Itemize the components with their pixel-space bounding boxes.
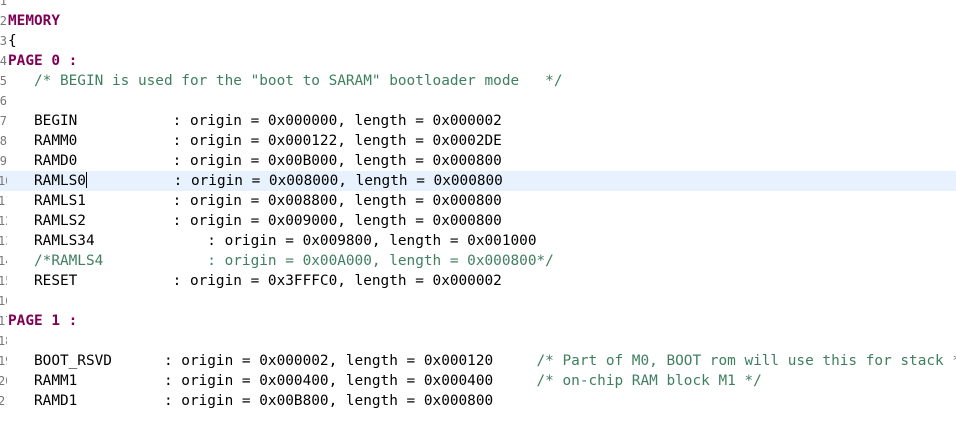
line-number: 16	[0, 294, 7, 308]
line-number: 14	[0, 254, 7, 268]
line-number: 21	[0, 394, 7, 408]
code-text: RAMLS34 : origin = 0x009800, length = 0x…	[8, 233, 537, 249]
code-comment: /* on-chip RAM block M1 */	[493, 373, 762, 389]
code-text: RESET : origin = 0x3FFFC0, length = 0x00…	[8, 273, 502, 289]
code-text: RAMM1 : origin = 0x000400, length = 0x00…	[8, 371, 762, 391]
code-text: BOOT_RSVD : origin = 0x000002, length = …	[8, 351, 956, 371]
code-text: RAMD0 : origin = 0x00B000, length = 0x00…	[8, 153, 502, 169]
code-line[interactable]: 18	[0, 331, 956, 351]
current-code-line[interactable]: 10 RAMLS0 : origin = 0x008000, length = …	[0, 171, 956, 191]
line-number: 7	[0, 114, 7, 128]
code-line[interactable]: 21 RAMD1 : origin = 0x00B800, length = 0…	[0, 391, 956, 411]
code-text: BEGIN : origin = 0x000000, length = 0x00…	[8, 113, 502, 129]
code-comment: /*RAMLS4 : origin = 0x00A000, length = 0…	[8, 253, 554, 269]
code-editor[interactable]: 1 2 MEMORY 3 { 4 PAGE 0 : 5 /* BEGIN is …	[0, 0, 956, 445]
page-keyword: PAGE 0 :	[8, 53, 78, 69]
code-text-after-caret: : origin = 0x008000, length = 0x000800	[86, 173, 503, 189]
code-text: RAMM0 : origin = 0x000122, length = 0x00…	[8, 133, 502, 149]
code-comment: /* BEGIN is used for the "boot to SARAM"…	[8, 73, 563, 89]
code-line[interactable]: 11 RAMLS1 : origin = 0x008800, length = …	[0, 191, 956, 211]
line-number: 6	[0, 94, 7, 108]
line-number: 13	[0, 234, 7, 248]
code-text-before-caret: RAMLS0	[8, 173, 86, 189]
code-line[interactable]: 1	[0, 0, 956, 11]
line-number: 12	[0, 214, 7, 228]
line-number: 17	[0, 314, 7, 328]
line-number: 11	[0, 194, 7, 208]
code-line[interactable]: 12 RAMLS2 : origin = 0x009000, length = …	[0, 211, 956, 231]
line-number: 18	[0, 334, 7, 348]
line-number: 10	[0, 174, 7, 188]
line-number: 15	[0, 274, 7, 288]
line-number: 2	[0, 14, 7, 28]
line-number: 9	[0, 154, 7, 168]
line-number: 20	[0, 374, 7, 388]
code-statement: RAMM1 : origin = 0x000400, length = 0x00…	[8, 373, 494, 389]
line-number: 1	[0, 0, 7, 8]
code-line[interactable]: 8 RAMM0 : origin = 0x000122, length = 0x…	[0, 131, 956, 151]
code-line[interactable]: 14 /*RAMLS4 : origin = 0x00A000, length …	[0, 251, 956, 271]
code-text: {	[8, 33, 17, 49]
line-number: 3	[0, 34, 7, 48]
code-line[interactable]: 2 MEMORY	[0, 11, 956, 31]
line-number: 4	[0, 54, 7, 68]
code-line[interactable]: 16	[0, 291, 956, 311]
code-line[interactable]: 4 PAGE 0 :	[0, 51, 956, 71]
code-text: RAMLS1 : origin = 0x008800, length = 0x0…	[8, 193, 502, 209]
code-line[interactable]: 5 /* BEGIN is used for the "boot to SARA…	[0, 71, 956, 91]
line-number: 19	[0, 354, 7, 368]
line-number: 8	[0, 134, 7, 148]
code-line[interactable]: 9 RAMD0 : origin = 0x00B000, length = 0x…	[0, 151, 956, 171]
code-line[interactable]: 13 RAMLS34 : origin = 0x009800, length =…	[0, 231, 956, 251]
code-line[interactable]: 6	[0, 91, 956, 111]
code-line[interactable]: 19 BOOT_RSVD : origin = 0x000002, length…	[0, 351, 956, 371]
code-line[interactable]: 17 PAGE 1 :	[0, 311, 956, 331]
code-line[interactable]: 7 BEGIN : origin = 0x000000, length = 0x…	[0, 111, 956, 131]
code-line[interactable]: 3 {	[0, 31, 956, 51]
line-number: 5	[0, 74, 7, 88]
code-comment: /* Part of M0, BOOT rom will use this fo…	[493, 353, 956, 369]
code-text: RAMD1 : origin = 0x00B800, length = 0x00…	[8, 393, 494, 409]
code-text: RAMLS2 : origin = 0x009000, length = 0x0…	[8, 213, 502, 229]
code-line[interactable]: 20 RAMM1 : origin = 0x000400, length = 0…	[0, 371, 956, 391]
code-line[interactable]: 15 RESET : origin = 0x3FFFC0, length = 0…	[0, 271, 956, 291]
memory-keyword: MEMORY	[8, 13, 60, 29]
code-statement: BOOT_RSVD : origin = 0x000002, length = …	[8, 353, 494, 369]
page-keyword: PAGE 1 :	[8, 313, 78, 329]
code-text: RAMLS0 : origin = 0x008000, length = 0x0…	[8, 171, 503, 191]
